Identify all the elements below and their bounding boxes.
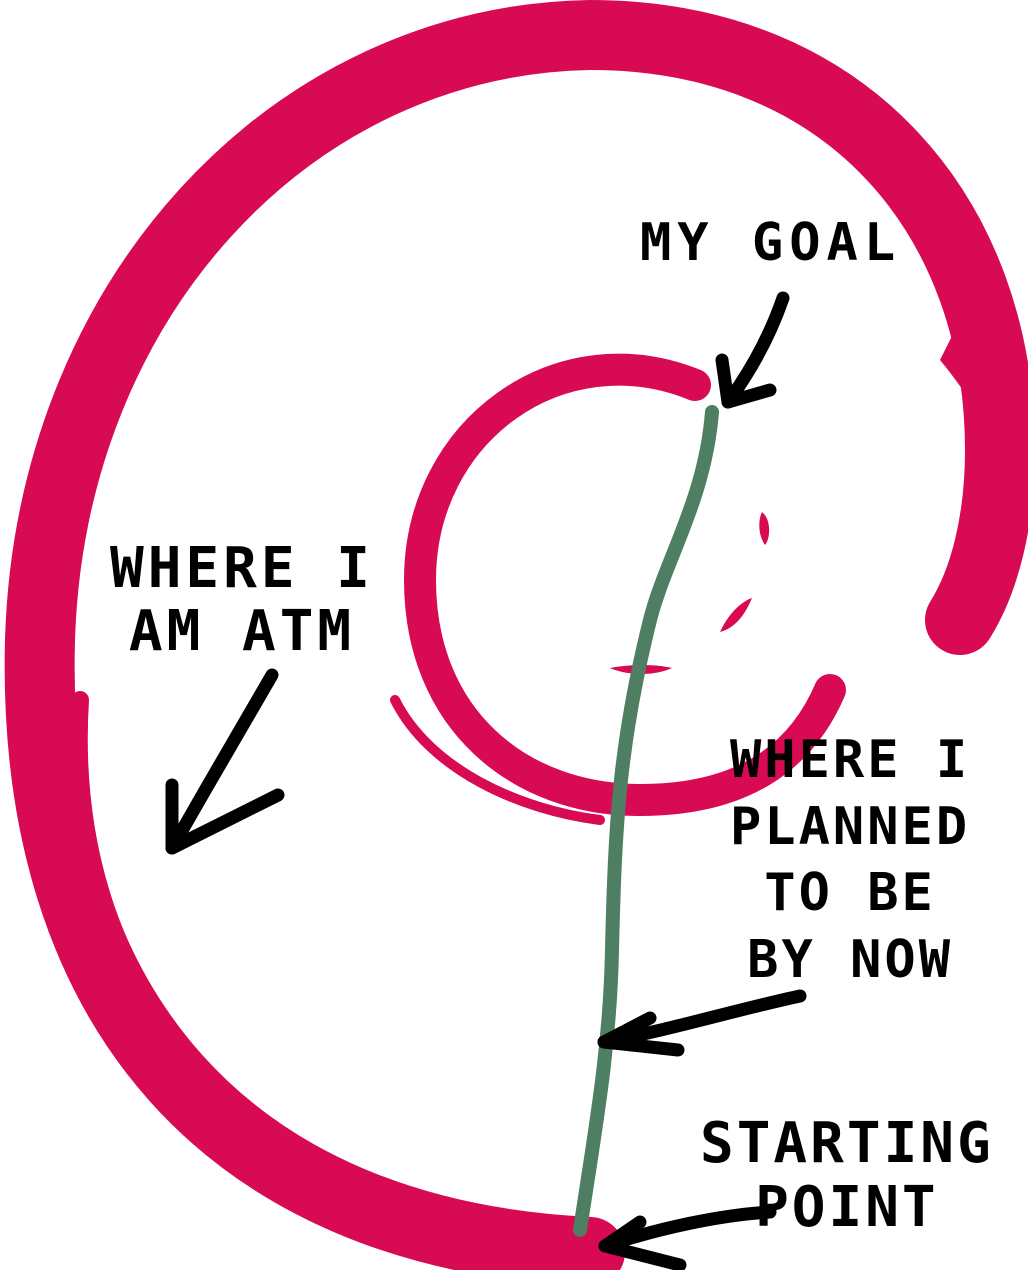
meme-canvas: MY GOAL WHERE I AM ATM WHERE I PLANNED T…	[0, 0, 1028, 1270]
label-my-goal: MY GOAL	[640, 213, 902, 273]
label-starting-point: STARTING POINT	[700, 1111, 994, 1241]
planned-arrow	[597, 989, 807, 1057]
label-where-i-am-atm: WHERE I AM ATM	[110, 536, 375, 664]
swirl-accent-1	[759, 512, 770, 545]
atm-arrow	[165, 668, 285, 855]
swirl-accent-2	[720, 598, 752, 632]
goal-arrow	[715, 291, 790, 409]
label-where-i-planned-to-be: WHERE I PLANNED TO BE BY NOW	[730, 730, 971, 990]
